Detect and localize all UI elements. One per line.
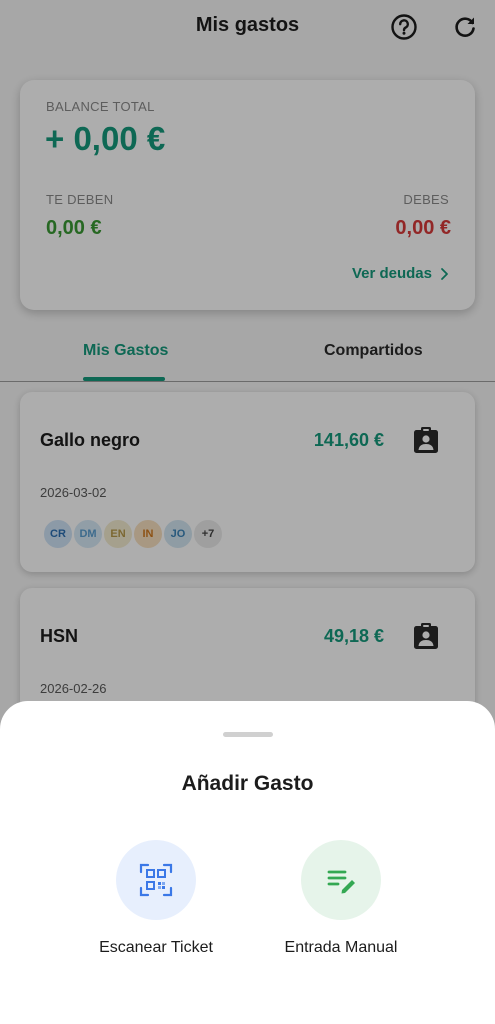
qr-scan-icon: [139, 863, 173, 897]
manual-entry-label: Entrada Manual: [284, 939, 398, 956]
manual-edit-icon: [327, 870, 355, 894]
scan-ticket-option[interactable]: Escanear Ticket: [76, 840, 236, 957]
scan-ticket-button[interactable]: [116, 840, 196, 920]
drag-handle[interactable]: [223, 732, 273, 737]
add-expense-sheet: Añadir Gasto Escanear Ticket Entrada Man…: [0, 701, 495, 1024]
manual-entry-button[interactable]: [301, 840, 381, 920]
manual-entry-option[interactable]: Entrada Manual: [261, 840, 421, 957]
scan-ticket-label: Escanear Ticket: [99, 939, 213, 956]
sheet-title: Añadir Gasto: [181, 772, 314, 795]
